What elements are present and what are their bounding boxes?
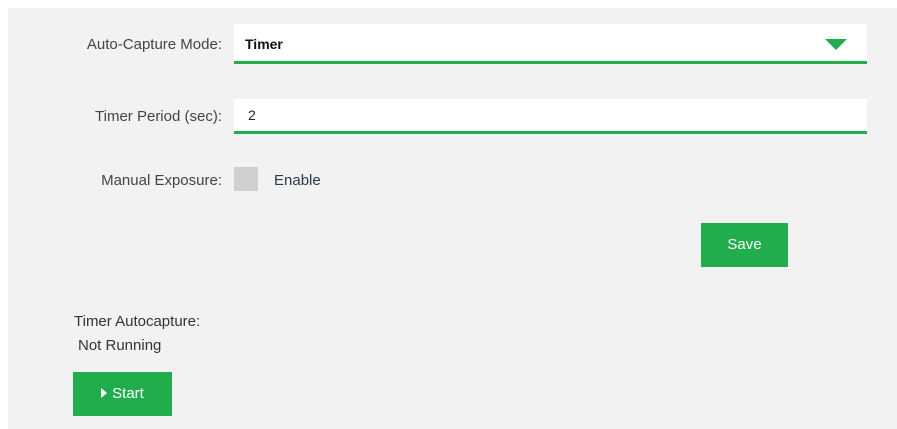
timer-period-label: Timer Period (sec): xyxy=(95,108,222,125)
save-button[interactable]: Save xyxy=(701,223,788,267)
manual-exposure-checkbox[interactable] xyxy=(234,167,258,191)
start-button-label: Start xyxy=(112,385,144,402)
auto-capture-mode-value: Timer xyxy=(245,36,283,52)
start-button[interactable]: Start xyxy=(73,372,172,416)
timer-autocapture-title: Timer Autocapture: xyxy=(74,313,201,330)
timer-autocapture-status: Not Running xyxy=(78,337,162,354)
timer-period-input[interactable] xyxy=(234,99,867,134)
auto-capture-mode-select[interactable]: Timer xyxy=(234,24,867,64)
auto-capture-mode-label: Auto-Capture Mode: xyxy=(86,36,222,53)
triangle-down-icon[interactable] xyxy=(825,39,847,50)
settings-panel xyxy=(8,8,897,429)
manual-exposure-label: Manual Exposure: xyxy=(101,172,222,189)
manual-exposure-enable-label[interactable]: Enable xyxy=(274,172,321,189)
play-icon xyxy=(101,388,108,398)
